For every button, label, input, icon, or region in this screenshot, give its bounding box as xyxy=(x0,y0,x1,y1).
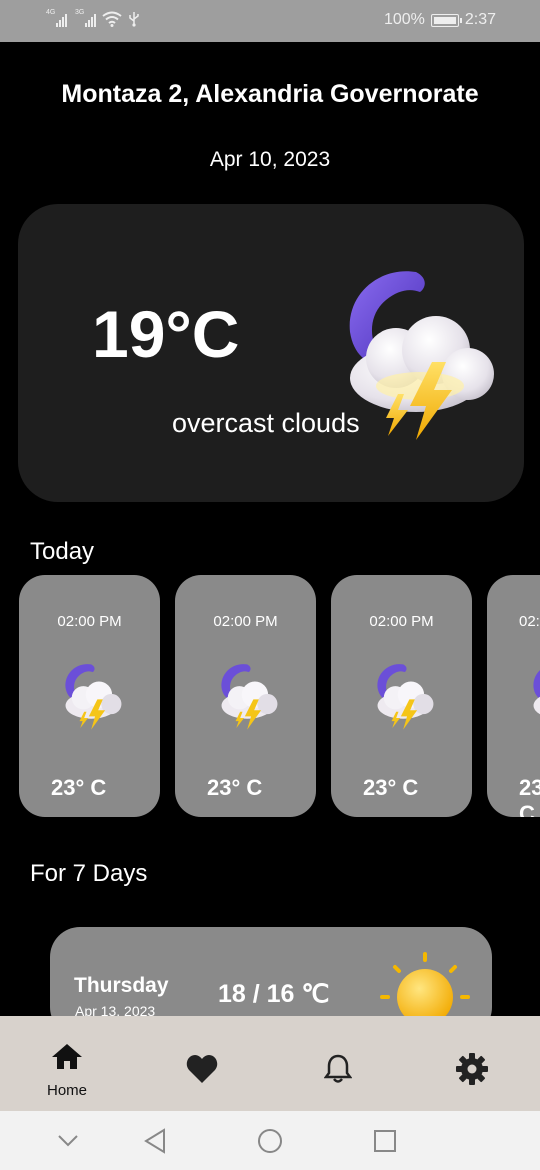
hour-temperature: 23° C xyxy=(207,775,263,800)
status-icons: 4G 3G xyxy=(46,9,140,27)
heart-icon xyxy=(186,1055,218,1083)
signal-type-label: 3G xyxy=(75,9,85,16)
hour-time: 02:00 PM xyxy=(57,613,122,630)
recent-apps-icon[interactable] xyxy=(373,1129,397,1153)
day-temperature-range: 18 / 16 ℃ xyxy=(218,980,330,1008)
status-right: 100% 2:37 xyxy=(384,11,496,29)
day-name: Thursday xyxy=(74,974,169,997)
usb-icon xyxy=(129,12,139,27)
current-date: Apr 10, 2023 xyxy=(209,148,331,171)
hour-temperature: 23° C xyxy=(519,775,540,817)
hourly-card[interactable]: 02:00 PM 23° C xyxy=(175,575,316,817)
nav-favorites[interactable] xyxy=(152,1016,252,1111)
bell-icon xyxy=(324,1054,352,1083)
moon-cloud-thunder-icon xyxy=(533,670,540,715)
home-circle-icon[interactable] xyxy=(257,1128,283,1154)
chevron-down-icon[interactable] xyxy=(57,1134,79,1148)
location-title: Montaza 2, Alexandria Governorate xyxy=(61,80,479,108)
current-weather-card: 19°C overcast clouds xyxy=(18,204,524,502)
current-temperature: 19°C xyxy=(92,297,240,371)
week-heading: For 7 Days xyxy=(30,860,148,887)
wifi-icon xyxy=(102,11,122,27)
nav-home-label: Home xyxy=(46,1082,87,1099)
gear-icon xyxy=(456,1053,488,1085)
hour-temperature: 23° C xyxy=(51,775,107,800)
hourly-card[interactable]: 02:00 PM 23° C xyxy=(331,575,472,817)
nav-home[interactable]: Home xyxy=(17,1016,117,1111)
hour-time: 02:00 PM xyxy=(213,613,278,630)
moon-cloud-thunder-icon xyxy=(377,664,434,730)
system-navigation-bar xyxy=(0,1111,540,1170)
hour-time: 02:00 PM xyxy=(369,613,434,630)
nav-notifications[interactable] xyxy=(288,1016,388,1111)
hourly-card[interactable]: 02:00 PM 23° C xyxy=(487,575,540,817)
nav-settings[interactable] xyxy=(422,1016,522,1111)
clock: 2:37 xyxy=(464,11,496,28)
signal-type-label: 4G xyxy=(46,9,56,16)
moon-cloud-thunder-icon xyxy=(349,271,494,440)
battery-percent: 100% xyxy=(383,11,425,28)
hour-temperature: 23° C xyxy=(363,775,419,800)
signal-icon: 3G xyxy=(75,9,96,27)
battery-icon xyxy=(430,13,462,27)
today-heading: Today xyxy=(30,538,95,565)
status-bar: 4G 3G 100% 2:37 xyxy=(0,0,540,42)
moon-cloud-thunder-icon xyxy=(221,664,278,730)
home-icon xyxy=(52,1044,82,1069)
bottom-navigation: Home xyxy=(0,1016,540,1111)
signal-icon: 4G xyxy=(46,9,67,27)
moon-cloud-thunder-icon xyxy=(65,664,122,730)
hour-time: 02:00 PM xyxy=(519,613,540,630)
hourly-card[interactable]: 02:00 PM 23° C xyxy=(19,575,160,817)
back-icon[interactable] xyxy=(143,1128,167,1154)
